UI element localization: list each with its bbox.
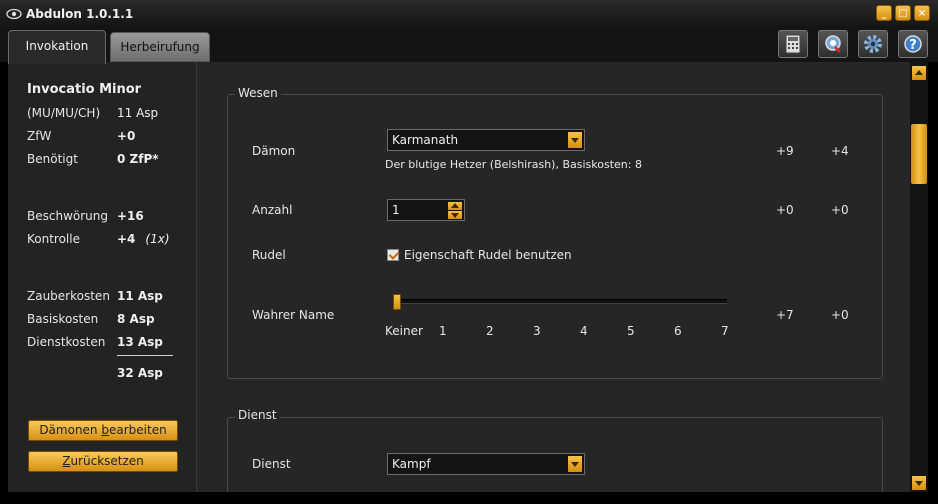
- stepper-down-icon[interactable]: [448, 211, 462, 219]
- daemon-selected-value: Karmanath: [392, 133, 459, 147]
- wizard-icon: [825, 35, 841, 53]
- anzahl-stepper[interactable]: 1: [387, 199, 465, 221]
- attributes-label: (MU/MU/CH): [27, 106, 101, 120]
- rudel-checkbox[interactable]: [387, 249, 399, 261]
- dienst-selected-value: Kampf: [392, 457, 431, 471]
- zauberkosten-value: 11 Asp: [117, 289, 163, 303]
- slider-tick-label: 6: [674, 324, 682, 338]
- title-bar: Abdulon 1.0.1.1 _ □ ×: [0, 0, 938, 28]
- attributes-cost: 11 Asp: [117, 106, 159, 120]
- rudel-checkbox-label[interactable]: Eigenschaft Rudel benutzen: [404, 248, 572, 262]
- edit-daemons-mnemonic: b: [101, 423, 109, 437]
- help-icon: ?: [904, 35, 922, 53]
- daemon-label: Dämon: [252, 144, 296, 158]
- main-panel: Wesen Dämon Karmanath Der blutige Hetzer…: [197, 62, 910, 492]
- scroll-down-icon[interactable]: [912, 476, 926, 490]
- daemon-mod-1: +9: [776, 144, 794, 158]
- chevron-down-icon[interactable]: [568, 456, 582, 472]
- edit-daemons-text-1: Dämonen: [39, 423, 102, 437]
- wahrer-name-slider[interactable]: [397, 299, 727, 304]
- benoetigt-value: 0 ZfP*: [117, 152, 159, 166]
- close-button[interactable]: ×: [914, 5, 930, 21]
- scroll-up-icon[interactable]: [912, 66, 926, 80]
- daemon-mod-2: +4: [831, 144, 849, 158]
- zauberkosten-label: Zauberkosten: [27, 289, 110, 303]
- dienst-title: Dienst: [235, 408, 280, 422]
- basiskosten-label: Basiskosten: [27, 312, 99, 326]
- benoetigt-label: Benötigt: [27, 152, 78, 166]
- scroll-thumb[interactable]: [911, 124, 927, 184]
- spell-name: Invocatio Minor: [27, 82, 142, 97]
- beschwoerung-value: +16: [117, 209, 144, 223]
- slider-tick-label: 4: [580, 324, 588, 338]
- wizard-button[interactable]: [818, 30, 848, 58]
- dienstkosten-value: 13 Asp: [117, 335, 163, 349]
- gear-icon: [864, 35, 882, 53]
- zfw-value: +0: [117, 129, 136, 143]
- slider-tick-label: 1: [439, 324, 447, 338]
- slider-tick-label: 3: [533, 324, 541, 338]
- edit-daemons-text-2: earbeiten: [108, 423, 167, 437]
- settings-button[interactable]: [858, 30, 888, 58]
- zfw-label: ZfW: [27, 129, 52, 143]
- slider-tick-label: Keiner: [385, 324, 423, 338]
- kontrolle-value-group: +4 (1x): [117, 232, 170, 246]
- daemon-description: Der blutige Hetzer (Belshirash), Basisko…: [385, 158, 642, 171]
- wahrer-name-mod-2: +0: [831, 308, 849, 322]
- maximize-button[interactable]: □: [895, 5, 911, 21]
- slider-tick-label: 2: [486, 324, 494, 338]
- anzahl-mod-1: +0: [776, 203, 794, 217]
- slider-thumb[interactable]: [393, 294, 401, 310]
- minimize-button[interactable]: _: [876, 5, 892, 21]
- chevron-down-icon[interactable]: [568, 132, 582, 148]
- vertical-scrollbar[interactable]: [910, 62, 928, 492]
- anzahl-value: 1: [392, 203, 400, 217]
- anzahl-label: Anzahl: [252, 203, 293, 217]
- calculator-button[interactable]: [778, 30, 808, 58]
- svg-text:?: ?: [909, 38, 917, 53]
- anzahl-mod-2: +0: [831, 203, 849, 217]
- reset-text: urücksetzen: [70, 454, 144, 468]
- eye-logo-icon: [6, 8, 22, 20]
- kontrolle-note: (1x): [145, 232, 170, 246]
- daemon-select[interactable]: Karmanath: [387, 129, 585, 151]
- basiskosten-value: 8 Asp: [117, 312, 155, 326]
- slider-tick-label: 7: [721, 324, 729, 338]
- wahrer-name-label: Wahrer Name: [252, 308, 335, 322]
- edit-daemons-button[interactable]: Dämonen bearbeiten: [28, 420, 178, 441]
- slider-tick-label: 5: [627, 324, 635, 338]
- dienst-label: Dienst: [252, 457, 291, 471]
- sum-divider: [117, 355, 173, 356]
- rudel-label: Rudel: [252, 248, 286, 262]
- tab-herbeirufung[interactable]: Herbeirufung: [110, 32, 210, 62]
- beschwoerung-label: Beschwörung: [27, 209, 108, 223]
- total-cost: 32 Asp: [117, 366, 163, 380]
- dienstkosten-label: Dienstkosten: [27, 335, 106, 349]
- tab-invokation[interactable]: Invokation: [8, 30, 106, 64]
- kontrolle-value: +4: [117, 232, 136, 246]
- calculator-icon: [785, 34, 801, 54]
- help-button[interactable]: ?: [898, 30, 928, 58]
- window-title: Abdulon 1.0.1.1: [26, 7, 134, 21]
- dienst-select[interactable]: Kampf: [387, 453, 585, 475]
- kontrolle-label: Kontrolle: [27, 232, 80, 246]
- wahrer-name-mod-1: +7: [776, 308, 794, 322]
- wesen-title: Wesen: [235, 86, 281, 100]
- stepper-up-icon[interactable]: [448, 202, 462, 210]
- summary-panel: Invocatio Minor (MU/MU/CH) 11 Asp ZfW +0…: [8, 62, 197, 492]
- reset-button[interactable]: Zurücksetzen: [28, 451, 178, 472]
